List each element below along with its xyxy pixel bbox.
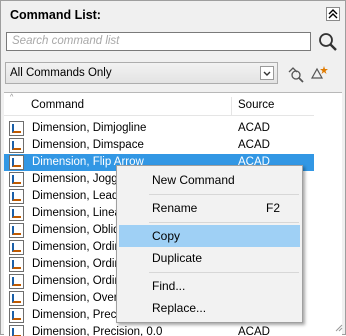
command-name: Dimension, Obliqu [32,224,126,236]
command-icon [9,206,24,221]
create-command-icon[interactable] [309,64,329,84]
command-icon [9,172,24,187]
command-icon [9,189,24,204]
command-icon [9,308,24,323]
menu-item-new-command[interactable]: New Command [119,169,300,191]
command-icon [9,155,24,170]
menu-item-find[interactable]: Find... [119,275,300,297]
collapse-button[interactable] [326,7,340,21]
double-chevron-up-icon [328,9,338,19]
menu-divider [149,194,299,195]
search-icon [319,33,337,51]
menu-divider [149,222,299,223]
command-filter-dropdown[interactable]: All Commands Only [5,62,278,84]
find-command-icon[interactable] [285,64,305,84]
list-item[interactable]: Dimension, Precision, 0.0 ACAD [4,324,314,336]
command-name: Dimension, Dimjogline [32,122,147,134]
menu-divider [149,272,299,273]
list-header: ^ Command Source [4,94,314,116]
command-source: ACAD [238,122,270,134]
search-input[interactable]: Search command list [6,32,311,51]
search-button[interactable] [317,31,339,53]
menu-item-replace[interactable]: Replace... [119,297,300,319]
menu-item-rename[interactable]: Rename F2 [119,197,300,219]
command-name: Dimension, Leade [32,190,125,202]
filter-row: All Commands Only [1,62,345,88]
command-icon [9,325,24,336]
command-icon [9,223,24,238]
list-item[interactable]: Dimension, Dimspace ACAD [4,137,314,154]
menu-item-label: Find... [152,279,186,293]
search-row: Search command list [1,32,345,58]
command-name: Dimension, Linear [32,207,125,219]
menu-item-copy[interactable]: Copy [119,225,300,247]
command-name: Dimension, Jogge [32,173,125,185]
menu-item-shortcut: F2 [265,201,280,215]
panel-title: Command List: [10,8,101,22]
sort-indicator-icon: ^ [10,94,14,101]
filter-selected-value: All Commands Only [10,67,112,79]
command-icon [9,138,24,153]
context-menu: New Command Rename F2 Copy Duplicate Fin… [116,165,303,323]
column-divider[interactable] [231,97,232,115]
search-placeholder: Search command list [12,35,120,47]
command-name: Dimension, Ordina [32,275,128,287]
column-header-command[interactable]: Command [31,99,84,111]
command-name: Dimension, Ordina [32,258,128,270]
resize-grip-icon[interactable] [333,322,343,332]
menu-item-label: New Command [152,173,235,187]
list-item[interactable]: Dimension, Dimjogline ACAD [4,120,314,137]
menu-item-label: Duplicate [152,251,203,265]
command-list-panel: Command List: Search command list All Co… [0,0,346,336]
vertical-scrollbar[interactable] [314,93,342,336]
command-icon [9,257,24,272]
command-icon [9,291,24,306]
command-icon [9,240,24,255]
command-name: Dimension, Ordina [32,241,128,253]
menu-item-label: Copy [152,229,181,243]
menu-item-duplicate[interactable]: Duplicate [119,247,300,269]
menu-item-label: Replace... [152,301,207,315]
command-name: Dimension, Dimspace [32,139,144,151]
panel-header: Command List: [2,2,344,28]
command-source: ACAD [238,139,270,151]
command-name: Dimension, Precisi [32,309,128,321]
chevron-down-icon [260,66,274,80]
command-icon [9,274,24,289]
column-header-source[interactable]: Source [238,99,274,111]
command-icon [9,121,24,136]
menu-item-label: Rename [152,201,198,215]
